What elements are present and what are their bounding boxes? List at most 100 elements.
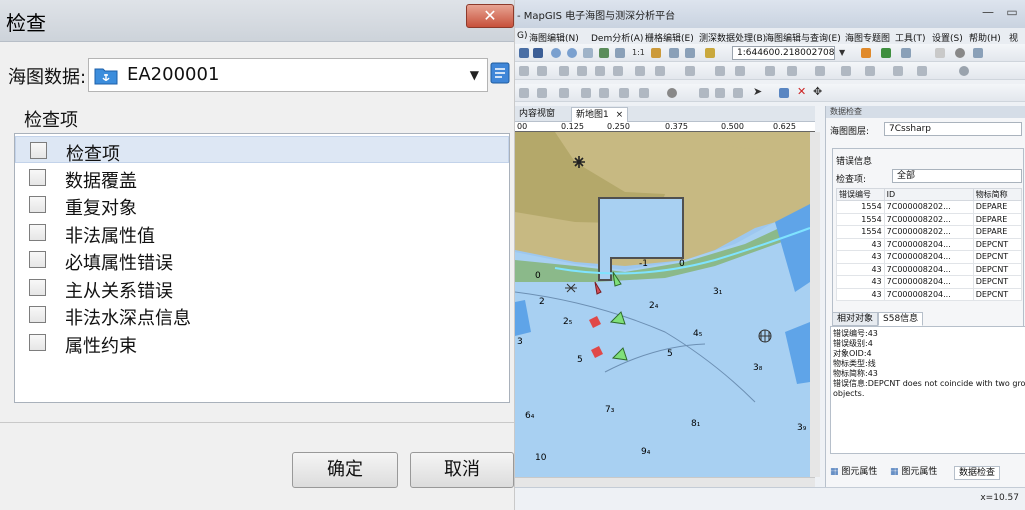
menu-item[interactable]: 测深数据处理(B) bbox=[699, 31, 766, 44]
map-canvas[interactable]: 0 2 -1 0 2₄ 3₁ 2₅ 4₅ 3 5 5 3₈ 6₄ 7₃ 8₁ 3… bbox=[515, 132, 810, 477]
one-to-one-icon[interactable]: 1:1 bbox=[632, 48, 645, 57]
list-item[interactable]: 非法水深点信息 bbox=[15, 301, 509, 329]
tool-icon[interactable] bbox=[715, 88, 725, 98]
checkbox[interactable] bbox=[29, 169, 46, 186]
table-row[interactable]: 1554 7C000008202... DEPARE bbox=[836, 225, 1023, 239]
minimize-icon[interactable]: — bbox=[977, 4, 999, 22]
table-row[interactable]: 1554 7C000008202... DEPARE bbox=[836, 200, 1023, 214]
list-item[interactable]: 非法属性值 bbox=[15, 219, 509, 247]
tool-icon[interactable] bbox=[699, 88, 709, 98]
table-row[interactable]: 43 7C000008204... DEPCNT bbox=[836, 275, 1023, 289]
edit-icon[interactable] bbox=[917, 66, 927, 76]
checkbox[interactable] bbox=[29, 224, 46, 241]
dialog-close-button[interactable]: ✕ bbox=[466, 4, 514, 28]
zoom-out-icon[interactable] bbox=[567, 48, 577, 58]
table-row[interactable]: 43 7C000008204... DEPCNT bbox=[836, 250, 1023, 264]
checkbox[interactable] bbox=[29, 251, 46, 268]
edit-icon[interactable] bbox=[519, 66, 529, 76]
menu-item[interactable]: 帮助(H) bbox=[969, 31, 1001, 44]
checkbox[interactable] bbox=[29, 196, 46, 213]
pointer-icon[interactable]: ➤ bbox=[753, 85, 762, 98]
menu-item[interactable]: 海图编辑与查询(E) bbox=[765, 31, 841, 44]
edit-icon[interactable] bbox=[537, 66, 547, 76]
edit-icon[interactable] bbox=[635, 66, 645, 76]
browse-icon[interactable] bbox=[490, 62, 510, 84]
edit-icon[interactable] bbox=[577, 66, 587, 76]
tool-icon[interactable] bbox=[599, 88, 609, 98]
tool-icon[interactable] bbox=[519, 88, 529, 98]
new-icon[interactable] bbox=[519, 48, 529, 58]
refresh-icon[interactable] bbox=[615, 48, 625, 58]
chart-data-select[interactable]: EA200001 ▼ bbox=[88, 58, 488, 92]
edit-icon[interactable] bbox=[735, 66, 745, 76]
tab-element-properties[interactable]: ▦ 图元属性 bbox=[830, 466, 877, 480]
tool-icon[interactable] bbox=[559, 88, 569, 98]
table-row[interactable]: 43 7C000008204... DEPCNT bbox=[836, 237, 1023, 251]
tool-icon[interactable] bbox=[973, 48, 983, 58]
edit-icon[interactable] bbox=[787, 66, 797, 76]
column-header[interactable]: 错误编号 bbox=[836, 188, 885, 201]
layer-input[interactable]: 7Cssharp bbox=[884, 122, 1022, 136]
maximize-icon[interactable]: ▭ bbox=[1001, 4, 1023, 22]
cancel-button[interactable]: 取消 bbox=[410, 452, 514, 488]
tool-icon[interactable] bbox=[733, 88, 743, 98]
list-item[interactable]: 数据覆盖 bbox=[15, 164, 509, 192]
close-icon[interactable]: × bbox=[616, 110, 624, 120]
delete-icon[interactable]: ✕ bbox=[797, 85, 806, 98]
table-row[interactable]: 43 7C000008204... DEPCNT bbox=[836, 262, 1023, 276]
menu-item[interactable]: 设置(S) bbox=[932, 31, 963, 44]
edit-icon[interactable] bbox=[559, 66, 569, 76]
chevron-down-icon[interactable]: ▼ bbox=[839, 48, 845, 57]
table-row[interactable]: 43 7C000008204... DEPCNT bbox=[836, 287, 1023, 301]
horizontal-scrollbar[interactable] bbox=[515, 477, 815, 487]
magic-icon[interactable] bbox=[705, 48, 715, 58]
edit-icon[interactable] bbox=[685, 66, 695, 76]
edit-icon[interactable] bbox=[715, 66, 725, 76]
list-item[interactable]: 必填属性错误 bbox=[15, 246, 509, 274]
edit-icon[interactable] bbox=[765, 66, 775, 76]
checkbox[interactable] bbox=[29, 334, 46, 351]
tool-icon[interactable] bbox=[881, 48, 891, 58]
ok-button[interactable]: 确定 bbox=[292, 452, 398, 488]
checkbox[interactable] bbox=[29, 306, 46, 323]
zoom-in-icon[interactable] bbox=[551, 48, 561, 58]
checkbox[interactable] bbox=[30, 142, 47, 159]
tab-new-map[interactable]: 新地图1 × bbox=[571, 107, 629, 122]
column-header[interactable]: 物标简称 bbox=[972, 188, 1023, 201]
tool-icon[interactable] bbox=[537, 88, 547, 98]
vertical-scrollbar[interactable] bbox=[810, 132, 820, 477]
menu-item[interactable]: 视 bbox=[1009, 31, 1018, 44]
tab-content-view[interactable]: 内容视窗 bbox=[515, 107, 559, 122]
full-extent-icon[interactable] bbox=[599, 48, 609, 58]
column-header[interactable]: ID bbox=[883, 188, 974, 201]
save-icon[interactable] bbox=[533, 48, 543, 58]
tool-icon[interactable] bbox=[581, 88, 591, 98]
layer-icon[interactable] bbox=[861, 48, 871, 58]
menu-item[interactable]: 栅格编辑(E) bbox=[645, 31, 694, 44]
view-icon[interactable] bbox=[651, 48, 661, 58]
tool-icon[interactable] bbox=[619, 88, 629, 98]
edit-icon[interactable] bbox=[655, 66, 665, 76]
menu-item[interactable]: 海图专题图 bbox=[845, 31, 890, 44]
menu-item[interactable]: 海图编辑(N) bbox=[529, 31, 579, 44]
edit-icon[interactable] bbox=[613, 66, 623, 76]
edit-icon[interactable] bbox=[841, 66, 851, 76]
checkbox[interactable] bbox=[29, 279, 46, 296]
check-item-select[interactable]: 全部 bbox=[892, 169, 1022, 183]
edit-icon[interactable] bbox=[893, 66, 903, 76]
tool-icon[interactable] bbox=[639, 88, 649, 98]
edit-icon[interactable] bbox=[865, 66, 875, 76]
tool-icon[interactable] bbox=[669, 48, 679, 58]
edit-icon[interactable] bbox=[595, 66, 605, 76]
tab-element-properties-2[interactable]: ▦ 图元属性 bbox=[890, 466, 937, 480]
tool-icon[interactable] bbox=[901, 48, 911, 58]
move-icon[interactable]: ✥ bbox=[813, 85, 822, 98]
info-icon[interactable] bbox=[955, 48, 965, 58]
tool-icon[interactable] bbox=[667, 88, 677, 98]
scale-input[interactable]: 1:644600.218002708 bbox=[732, 46, 835, 60]
table-row[interactable]: 1554 7C000008202... DEPARE bbox=[836, 212, 1023, 226]
tool-icon[interactable] bbox=[685, 48, 695, 58]
list-item[interactable]: 主从关系错误 bbox=[15, 274, 509, 302]
menu-item[interactable]: G) bbox=[517, 31, 528, 41]
tab-s58-info[interactable]: S58信息 bbox=[878, 312, 924, 326]
